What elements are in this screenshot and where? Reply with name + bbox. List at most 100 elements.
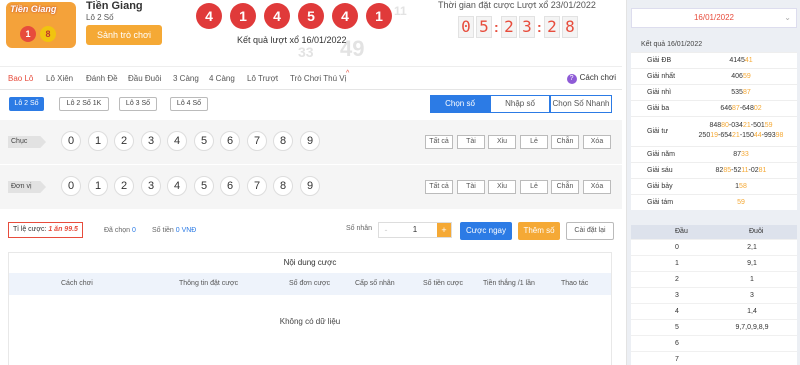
- tail-digits: 9,1: [747, 260, 757, 267]
- prize-digits: 81: [758, 167, 767, 174]
- number-ball[interactable]: 9: [300, 176, 320, 196]
- quick-all-button[interactable]: Tất cả: [425, 180, 453, 194]
- quick-big-button[interactable]: Tài: [457, 180, 485, 194]
- quick-odd-button[interactable]: Lẻ: [520, 135, 548, 149]
- number-ball[interactable]: 9: [300, 131, 320, 151]
- number-row-units: Đơn vị 0 1 2 3 4 5 6 7 8 9 Tất cả Tài Xỉ…: [0, 165, 622, 209]
- prize-digits: 85: [723, 167, 732, 174]
- prize-value: 8733: [691, 150, 791, 160]
- prize-digits: 02: [753, 105, 762, 112]
- number-ball[interactable]: 4: [167, 176, 187, 196]
- column-header: Số đơn cược: [289, 280, 331, 287]
- tab-3-cang[interactable]: 3 Càng: [173, 74, 199, 83]
- prize-digits: 11: [741, 167, 749, 174]
- prize-value: 64687-64802: [691, 104, 791, 114]
- number-ball[interactable]: 6: [220, 176, 240, 196]
- game-type-tabs: Bao Lô Lô Xiên Đánh Đề Đầu Đuôi 3 Càng 4…: [0, 66, 622, 90]
- number-ball[interactable]: 7: [247, 176, 267, 196]
- quick-small-button[interactable]: Xỉu: [488, 180, 516, 194]
- prize-name: Giải ba: [647, 104, 670, 112]
- prize-row: Giải năm 8733: [631, 146, 797, 162]
- prize-digits: 98: [775, 132, 784, 139]
- prize-name: Giải nhì: [647, 88, 672, 96]
- number-ball[interactable]: 2: [114, 131, 134, 151]
- result-label: Kết quả lượt xổ 16/01/2022: [237, 35, 347, 45]
- bet-now-button[interactable]: Cược ngay: [460, 222, 512, 240]
- prize-name: Giải sáu: [647, 166, 673, 174]
- result-ball: 5: [298, 3, 324, 29]
- number-ball[interactable]: 1: [88, 176, 108, 196]
- subtab-lo-4-so[interactable]: Lô 4 Số: [170, 97, 208, 111]
- tab-4-cang[interactable]: 4 Càng: [209, 74, 235, 83]
- number-ball[interactable]: 6: [220, 131, 240, 151]
- prize-digits: -02: [748, 167, 759, 174]
- tab-danh-de[interactable]: Đánh Đề: [86, 74, 118, 83]
- quick-big-button[interactable]: Tài: [457, 135, 485, 149]
- multiplier-stepper[interactable]: - 1 +: [378, 222, 452, 238]
- date-select[interactable]: 16/01/2022 ⌄: [631, 8, 797, 28]
- tab-tro-choi-thu-vi[interactable]: Trò Chơi Thú Vị: [290, 74, 346, 83]
- mode-chon-so-nhanh[interactable]: Chọn Số Nhanh: [550, 95, 612, 113]
- add-number-button[interactable]: Thêm số: [518, 222, 560, 240]
- mode-chon-so[interactable]: Chọn số: [430, 95, 490, 113]
- amount-label: Số tiền: [152, 227, 174, 234]
- number-ball[interactable]: 0: [61, 131, 81, 151]
- number-ball[interactable]: 3: [141, 131, 161, 151]
- game-lobby-button[interactable]: Sảnh trò chơi: [86, 25, 162, 45]
- increment-button[interactable]: +: [437, 223, 451, 237]
- mode-nhap-so[interactable]: Nhập số: [490, 95, 550, 113]
- number-ball[interactable]: 7: [247, 131, 267, 151]
- chevron-down-icon: ⌄: [784, 13, 791, 22]
- quick-clear-button[interactable]: Xóa: [583, 180, 611, 194]
- head-tail-row: 5 9,7,0,9,8,9: [631, 319, 797, 335]
- prize-row: Giải ĐB 414541: [631, 52, 797, 68]
- number-ball[interactable]: 0: [61, 176, 81, 196]
- quick-odd-button[interactable]: Lẻ: [520, 180, 548, 194]
- result-ball: 1: [230, 3, 256, 29]
- amount-value: 0 VNĐ: [175, 227, 197, 234]
- quick-small-button[interactable]: Xỉu: [488, 135, 516, 149]
- prize-row: Giải ba 64687-64802: [631, 100, 797, 116]
- prize-digits: 848: [709, 122, 722, 129]
- prize-name: Giải năm: [647, 150, 676, 158]
- subtab-lo-2-so-1k[interactable]: Lô 2 Số 1K: [59, 97, 109, 111]
- head-column-label: Đầu: [675, 228, 688, 235]
- tab-dau-duoi[interactable]: Đầu Đuôi: [128, 74, 161, 83]
- number-ball[interactable]: 8: [273, 176, 293, 196]
- tab-bao-lo[interactable]: Bao Lô: [8, 74, 33, 83]
- number-ball[interactable]: 2: [114, 176, 134, 196]
- how-to-play-link[interactable]: ? Cách chơi: [566, 73, 616, 84]
- quick-even-button[interactable]: Chẵn: [551, 180, 579, 194]
- prize-table: Giải ĐB 414541 Giải nhất 40659 Giải nhì 53587…: [631, 52, 797, 210]
- subtab-lo-3-so[interactable]: Lô 3 Số: [119, 97, 157, 111]
- number-ball[interactable]: 3: [141, 176, 161, 196]
- multiplier-value[interactable]: 1: [393, 223, 437, 237]
- decrement-button[interactable]: -: [379, 223, 393, 237]
- number-ball[interactable]: 1: [88, 131, 108, 151]
- number-ball[interactable]: 4: [167, 131, 187, 151]
- quick-clear-button[interactable]: Xóa: [583, 135, 611, 149]
- prize-digits: -52: [731, 167, 742, 174]
- logo-ball: 8: [40, 26, 56, 42]
- subtab-lo-2-so[interactable]: Lô 2 Số: [9, 97, 44, 111]
- row-label: Chục: [8, 136, 46, 148]
- prize-digits: 19: [710, 132, 719, 139]
- number-ball[interactable]: 5: [194, 131, 214, 151]
- number-ball[interactable]: 5: [194, 176, 214, 196]
- number-ball[interactable]: 8: [273, 131, 293, 151]
- head-digit: 4: [675, 308, 679, 315]
- multiplier-label: Số nhân: [346, 225, 373, 232]
- bet-content-table: Nội dung cược Cách chơi Thông tin đặt cư…: [8, 252, 612, 365]
- tab-lo-truot[interactable]: Lô Trượt: [247, 74, 278, 83]
- tab-lo-xien[interactable]: Lô Xiên: [46, 74, 73, 83]
- head-tail-row: 7: [631, 351, 797, 365]
- quick-all-button[interactable]: Tất cả: [425, 135, 453, 149]
- reset-button[interactable]: Cài đặt lại: [566, 222, 614, 240]
- prize-row: Giải nhất 40659: [631, 68, 797, 84]
- timer-digit: 2: [544, 16, 560, 38]
- prize-digits: 21: [742, 122, 751, 129]
- row-label: Đơn vị: [8, 181, 46, 193]
- selected-label: Đã chọn: [104, 227, 131, 234]
- quick-even-button[interactable]: Chẵn: [551, 135, 579, 149]
- game-logo: Tiền Giang 1 8: [6, 2, 76, 48]
